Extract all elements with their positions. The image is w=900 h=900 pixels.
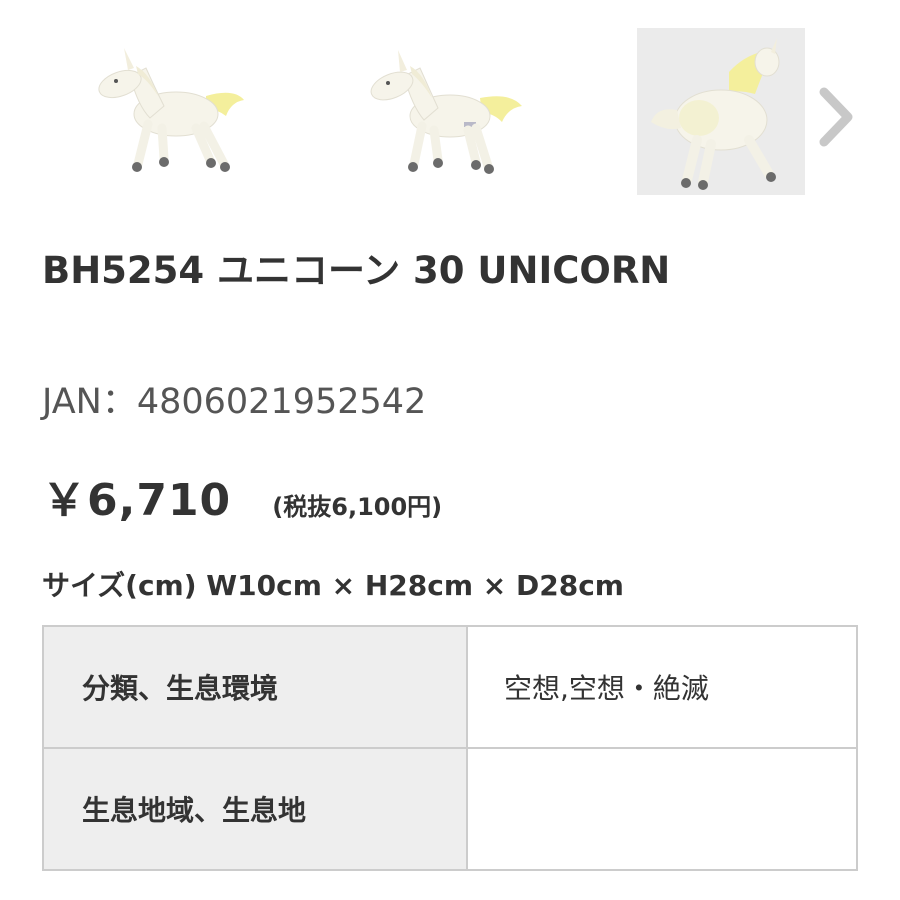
product-title: BH5254 ユニコーン 30 UNICORN [42, 249, 671, 292]
product-image-gallery [0, 0, 900, 210]
chevron-right-icon [819, 87, 853, 147]
spec-value: 空想,空想・絶滅 [466, 625, 858, 749]
unicorn-plush-image [651, 37, 780, 190]
table-row: 分類、生息環境 空想,空想・絶滅 [42, 625, 858, 749]
price-block: ￥6,710 (税抜6,100円) [42, 464, 442, 528]
product-thumbnail-2[interactable] [352, 28, 522, 193]
price: ￥6,710 [42, 475, 232, 526]
unicorn-plush-image [370, 49, 522, 174]
product-thumbnail-3-selected[interactable] [637, 28, 805, 195]
product-size: サイズ(cm) W10cm × H28cm × D28cm [42, 569, 624, 602]
spec-label: 分類、生息環境 [42, 625, 468, 749]
product-thumbnail-1[interactable] [78, 28, 248, 193]
gallery-next-button[interactable] [812, 82, 862, 152]
price-tax-excluded: (税抜6,100円) [272, 493, 443, 521]
spec-value [466, 747, 858, 871]
table-row: 生息地域、生息地 [42, 747, 858, 871]
spec-table: 分類、生息環境 空想,空想・絶滅 生息地域、生息地 [42, 625, 858, 871]
jan-code: JAN：4806021952542 [42, 382, 427, 422]
unicorn-plush-image [98, 47, 244, 172]
spec-label: 生息地域、生息地 [42, 747, 468, 871]
